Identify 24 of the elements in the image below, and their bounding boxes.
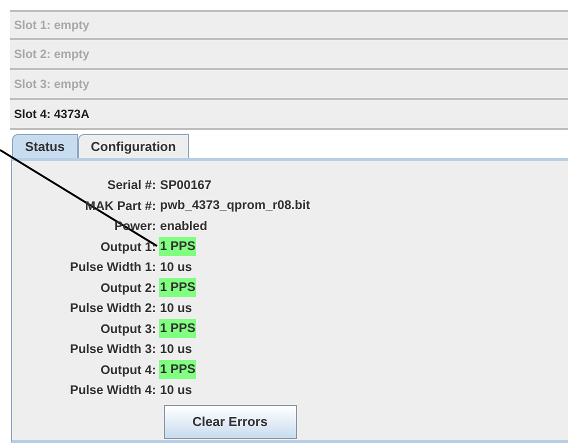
field-label: Output 4: [99,362,156,379]
field-value: 1 PPS [159,360,196,380]
field-label: Serial #: [106,177,156,194]
field-value: SP00167 [159,176,212,194]
field-label: Output 1: [99,238,156,256]
tab[interactable]: Status [12,134,78,158]
field-value: 1 PPS [159,237,196,256]
field-value: 10 us [159,340,193,358]
field-value: 10 us [159,300,193,317]
field-label: Pulse Width 4: [68,382,156,399]
field-value: 10 us [159,382,193,399]
field-value: 10 us [159,258,193,276]
field-value: 1 PPS [159,278,196,298]
field-value: enabled [159,218,208,235]
field-label: Output 3: [99,320,156,338]
tab[interactable]: Configuration [78,134,189,158]
slot-header[interactable]: Slot 4: 4373A [10,100,568,130]
field-label: Output 2: [99,280,156,297]
field-value: 1 PPS [159,319,196,338]
clear-errors-button[interactable]: Clear Errors [164,404,296,438]
field-label: Pulse Width 2: [68,300,156,317]
field-label: Pulse Width 3: [68,341,156,358]
field-value: pwb_4373_qprom_r08.bit [159,197,312,214]
field-label: Pulse Width 1: [68,259,156,276]
